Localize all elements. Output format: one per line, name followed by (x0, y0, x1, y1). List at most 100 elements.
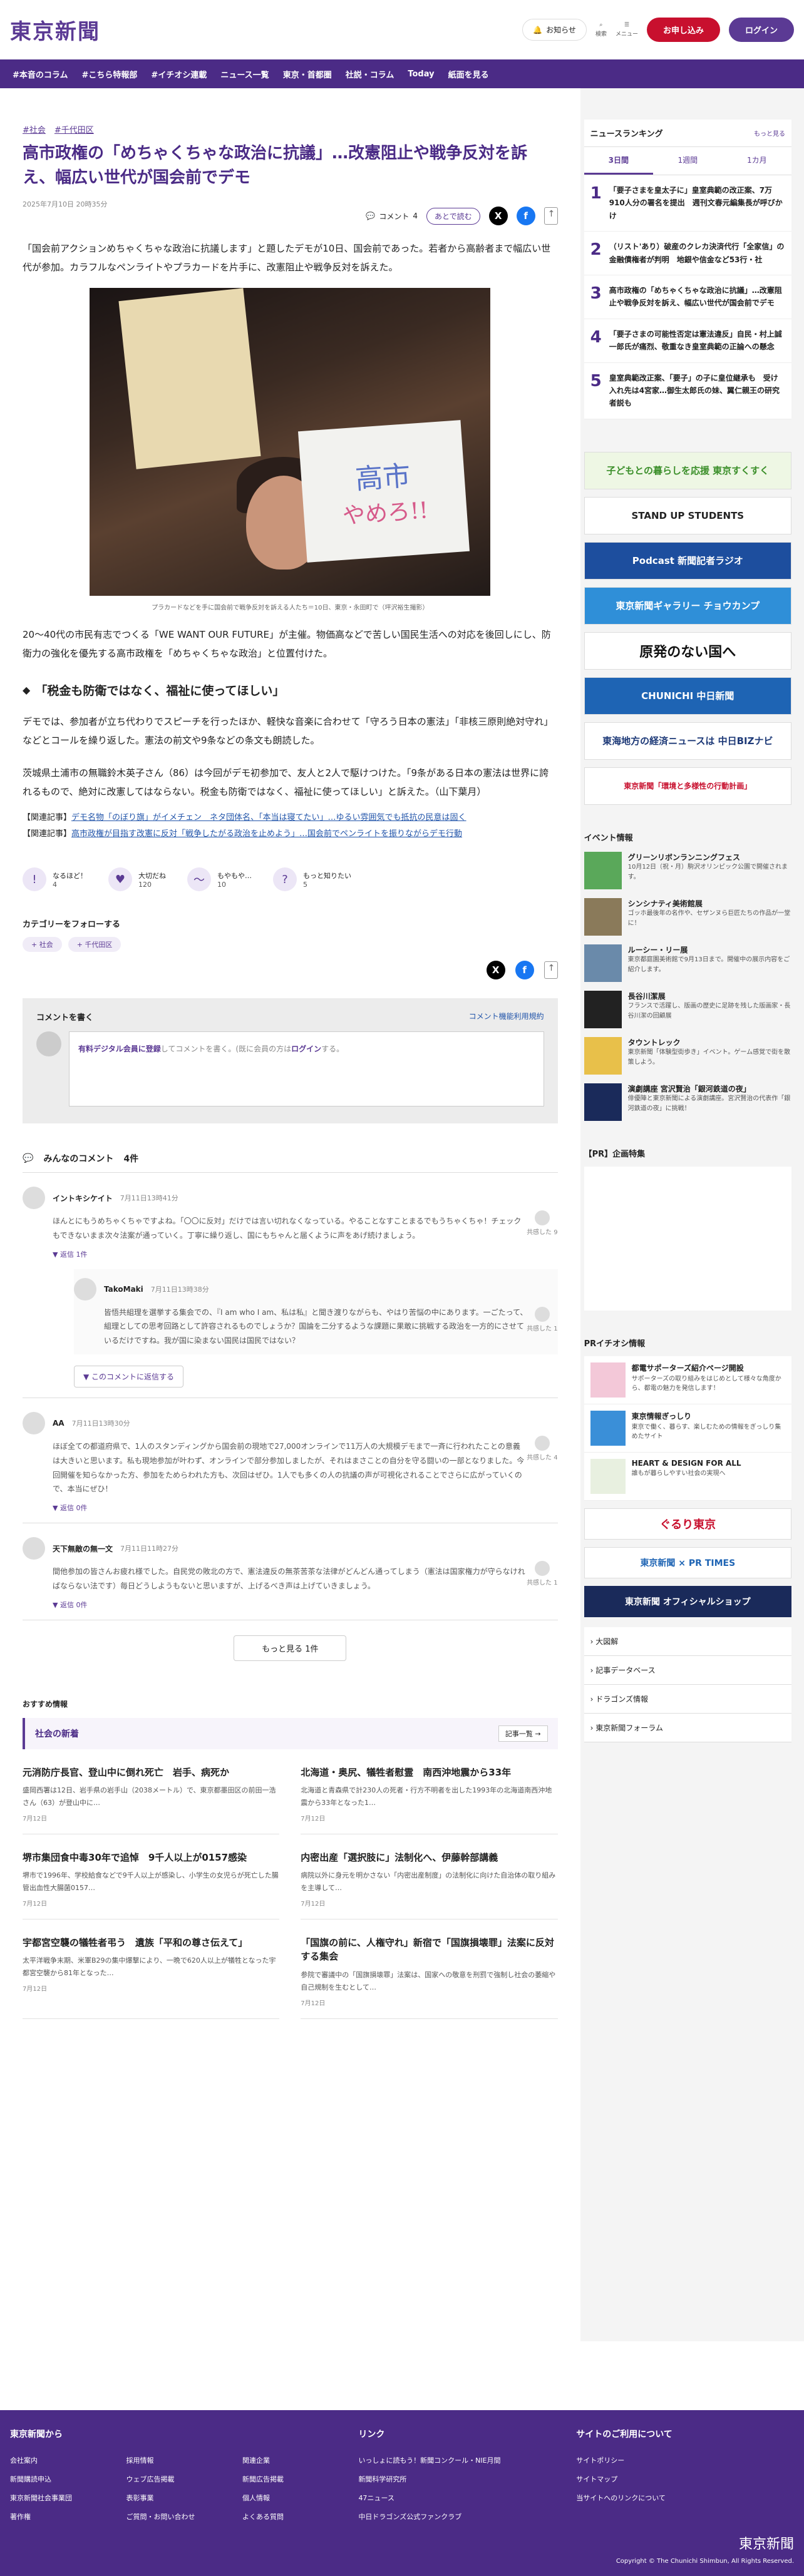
footer-link[interactable]: 47ニュース (358, 2493, 576, 2503)
event-item[interactable]: ルーシー・リー展 東京都庭園美術館で9月13日まで。開催中の展示内容をご紹介します… (584, 944, 791, 982)
footer-link[interactable]: いっしょに読もう！新聞コンクール・NIE月間 (358, 2455, 576, 2465)
banner-chokan[interactable]: 東京新聞ギャラリー チョウカンプ (584, 586, 791, 625)
footer-link[interactable]: 著作権 (10, 2512, 126, 2522)
footer-link[interactable]: 新聞科学研究所 (358, 2474, 576, 2484)
reaction-button[interactable]: ! なるほど！ 4 (23, 867, 87, 891)
sidebar-link[interactable]: › 記事データベース (584, 1655, 791, 1685)
banner-sukusuku[interactable]: 子どもとの暮らしを応援 東京すくすく (584, 451, 791, 489)
footer-link[interactable]: 東京新聞社会事業団 (10, 2493, 126, 2503)
related-link[interactable]: デモ名物「のぼり旗」がイメチェン ネタ団体名、「本当は寝てたい」…ゆるい雰囲気で… (71, 813, 466, 822)
footer-link[interactable]: 中日ドラゴンズ公式ファンクラブ (358, 2512, 576, 2522)
reply-toggle[interactable]: ▼ 返信 0件 (53, 1503, 558, 1513)
tag-link[interactable]: #千代田区 (54, 123, 94, 135)
footer-link[interactable]: 採用情報 (126, 2455, 242, 2465)
article-list-button[interactable]: 記事一覧 → (498, 1725, 548, 1742)
reply-toggle[interactable]: ▼ 返信 0件 (53, 1600, 558, 1610)
official-shop-banner[interactable]: 東京新聞 オフィシャルショップ (584, 1585, 791, 1617)
load-more-comments-button[interactable]: もっと見る 1件 (234, 1635, 347, 1661)
footer-link[interactable]: サイトマップ (576, 2474, 794, 2484)
login-button[interactable]: ログイン (728, 18, 794, 42)
nav-item[interactable]: #イチオシ連載 (151, 68, 207, 80)
banner-genpatsu[interactable]: 原発のない国へ (584, 631, 791, 670)
ranking-item[interactable]: 2 （リスト'あり）破産のクレカ決済代行「全家信」の金融債権者が判明 地銀や信金な… (584, 232, 791, 275)
footer-link[interactable]: 新聞購読申込 (10, 2474, 126, 2484)
news-item[interactable]: 「国旗の前に、人権守れ」新宿で「国旗損壊罪」法案に反対する集会 参院で審議中の「国… (301, 1919, 558, 2019)
footer-link[interactable]: 当サイトへのリンクについて (576, 2493, 794, 2503)
tab-1month[interactable]: 1カ月 (723, 147, 791, 175)
footer-link[interactable]: 新聞広告掲載 (242, 2474, 358, 2484)
register-link[interactable]: 有料デジタル会員に登録 (78, 1045, 161, 1053)
event-item[interactable]: シンシナティ美術館展 ゴッホ最後年の名作や、セザンヌら巨匠たちの作品が一堂に！ (584, 897, 791, 936)
news-item[interactable]: 北海道・奥尻、犠牲者慰霊 南西沖地震から33年 北海道と青森県で計230人の死者・… (301, 1749, 558, 1834)
reaction-button[interactable]: ♥ 大切だね 120 (108, 867, 166, 891)
facebook-share-icon[interactable]: f (516, 207, 535, 225)
footer-link[interactable]: 個人情報 (242, 2493, 358, 2503)
nav-item[interactable]: 社説・コラム (346, 68, 394, 80)
banner-standup[interactable]: STAND UP STUDENTS (584, 496, 791, 534)
ranking-item[interactable]: 5 皇室典範改正案、「要子」の子に皇位継承も 受け入れ先は4宮家…御生太郎氏の妹、… (584, 363, 791, 419)
event-item[interactable]: タウントレック 東京新聞「体験型街歩き」イベント。ゲーム感覚で街を散策しよう。 (584, 1036, 791, 1075)
footer-link[interactable]: ウェブ広告掲載 (126, 2474, 242, 2484)
footer-link[interactable]: よくある質問 (242, 2512, 358, 2522)
nav-item[interactable]: 東京・首都圏 (283, 68, 332, 80)
footer-link[interactable]: ご質問・お問い合わせ (126, 2512, 242, 2522)
sidebar-link[interactable]: › ドラゴンズ情報 (584, 1684, 791, 1714)
ranking-more-link[interactable]: もっと見る (754, 128, 785, 138)
banner-biznavi[interactable]: 東海地方の経済ニュースは 中日BIZナビ (584, 722, 791, 760)
footer-link[interactable]: サイトポリシー (576, 2455, 794, 2465)
footer-link[interactable]: 会社案内 (10, 2455, 126, 2465)
gururi-tokyo-banner[interactable]: ぐるり東京 (584, 1508, 791, 1540)
tab-3days[interactable]: 3日間 (584, 147, 654, 175)
pr-item[interactable]: 東京情報ぎっしり 東京で働く、暮らす、楽しむための情報をぎっしり集めたサイト (584, 1404, 791, 1453)
site-logo[interactable]: 東京新聞 (10, 14, 100, 45)
follow-tag-button[interactable]: + 千代田区 (68, 937, 121, 952)
share-icon[interactable] (544, 207, 558, 225)
comment-count[interactable]: 💬 コメント 4 (366, 211, 418, 222)
footer-link[interactable]: 表彰事業 (126, 2493, 242, 2503)
ranking-item[interactable]: 4 「要子さまの可能性否定は憲法違反」自民・村上誠一郎氏が痛烈、敬重なき皇室典範の… (584, 319, 791, 363)
prtimes-banner[interactable]: 東京新聞 × PR TIMES (584, 1546, 791, 1578)
x-share-icon[interactable]: X (486, 961, 505, 979)
footer-link[interactable]: 関連企業 (242, 2455, 358, 2465)
ranking-item[interactable]: 3 高市政権の「めちゃくちゃな政治に抗議」…改憲阻止や戦争反対を訴え、幅広い世代が… (584, 275, 791, 319)
facebook-share-icon[interactable]: f (515, 961, 534, 979)
reaction-button[interactable]: ? もっと知りたい 5 (273, 867, 351, 891)
menu-button[interactable]: ☰ メニュー (616, 22, 638, 38)
share-icon[interactable] (544, 961, 558, 979)
login-link[interactable]: ログイン (291, 1045, 321, 1053)
pr-item[interactable]: HEART & DESIGN FOR ALL 誰もが暮らしやすい社会の実現へ (584, 1453, 791, 1501)
news-item[interactable]: 内密出産「選択肢に」法制化へ、伊藤幹部講義 病院以外に身元を明かさない「内密出産制… (301, 1834, 558, 1919)
nav-item[interactable]: 紙面を見る (448, 68, 489, 80)
read-later-button[interactable]: あとで読む (426, 207, 480, 225)
news-item[interactable]: 元消防庁長官、登山中に倒れ死亡 岩手、病死か 盛岡西署は12日、岩手県の岩手山（2… (23, 1749, 280, 1834)
like-button[interactable]: 共感した 4 (527, 1435, 558, 1461)
reply-to-comment-button[interactable]: ▼ このコメントに返信する (74, 1365, 184, 1388)
subscribe-button[interactable]: お申し込み (646, 18, 720, 42)
notice-button[interactable]: 🔔 お知らせ (522, 19, 587, 41)
reply-toggle[interactable]: ▼ 返信 1件 (53, 1249, 558, 1259)
event-item[interactable]: 演劇講座 宮沢賢治「銀河鉄道の夜」 俳優陣と東京新聞による演劇講座。宮沢賢治の代表… (584, 1083, 791, 1121)
event-item[interactable]: グリーンリボンランニングフェス 10月12日（祝・月）駒沢オリンピック公園で開催さ… (584, 851, 791, 889)
nav-item[interactable]: Today (408, 69, 434, 79)
follow-tag-button[interactable]: + 社会 (23, 937, 62, 952)
pr-item[interactable]: 都電サポーターズ紹介ページ開設 サポーターズの取り組みをはじめとして様々な角度から… (584, 1356, 791, 1404)
like-button[interactable]: 共感した 1 (527, 1306, 558, 1332)
tag-link[interactable]: #社会 (23, 123, 46, 135)
reaction-button[interactable]: ～もやもや… 10 (187, 867, 252, 891)
nav-item[interactable]: #本音のコラム (13, 68, 68, 80)
tab-1week[interactable]: 1週間 (653, 147, 722, 175)
news-item[interactable]: 宇都宮空襲の犠牲者弔う 遺族「平和の尊さ伝えて」 太平洋戦争末期、米軍B29の集中… (23, 1919, 280, 2019)
search-button[interactable]: ⌕ 検索 (595, 22, 607, 38)
nav-item[interactable]: #こちら特報部 (82, 68, 138, 80)
like-button[interactable]: 共感した 1 (527, 1561, 558, 1587)
banner-action-plan[interactable]: 東京新聞「環境と多様性の行動計画」 (584, 767, 791, 805)
x-share-icon[interactable]: X (488, 207, 508, 225)
banner-radio[interactable]: Podcast 新聞記者ラジオ (584, 541, 791, 580)
sidebar-link[interactable]: › 東京新聞フォーラム (584, 1713, 791, 1742)
banner-chunichi[interactable]: CHUNICHI 中日新聞 (584, 677, 791, 715)
sidebar-link[interactable]: › 大図解 (584, 1627, 791, 1656)
comment-rules-link[interactable]: コメント機能利用規約 (469, 1011, 544, 1023)
nav-item[interactable]: ニュース一覧 (220, 68, 269, 80)
ranking-item[interactable]: 1 「要子さまを皇太子に」皇室典範の改正案、7万910人分の署名を提出 週刊文春元… (584, 175, 791, 232)
news-item[interactable]: 堺市集団食中毒30年で追悼 9千人以上が0157感染 堺市で1996年、学校給食な… (23, 1834, 280, 1919)
